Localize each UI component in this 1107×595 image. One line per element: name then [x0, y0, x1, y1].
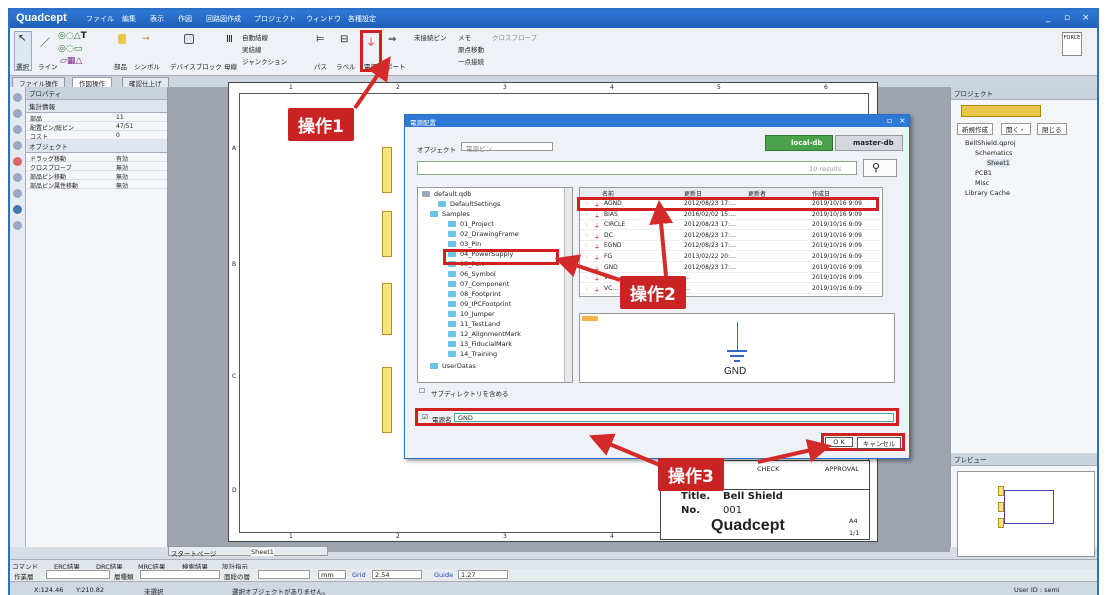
callout-op3: 操作3 [658, 458, 724, 491]
arrow-op2-row [649, 200, 674, 277]
callout-op2: 操作2 [620, 276, 686, 309]
arrow-op1 [353, 56, 391, 110]
arrow-op2-folder [554, 254, 621, 282]
callout-op1: 操作1 [288, 108, 354, 141]
arrow-op3-ok [757, 438, 832, 464]
arrow-op3-name [588, 433, 663, 468]
arrow-overlay [353, 56, 832, 468]
